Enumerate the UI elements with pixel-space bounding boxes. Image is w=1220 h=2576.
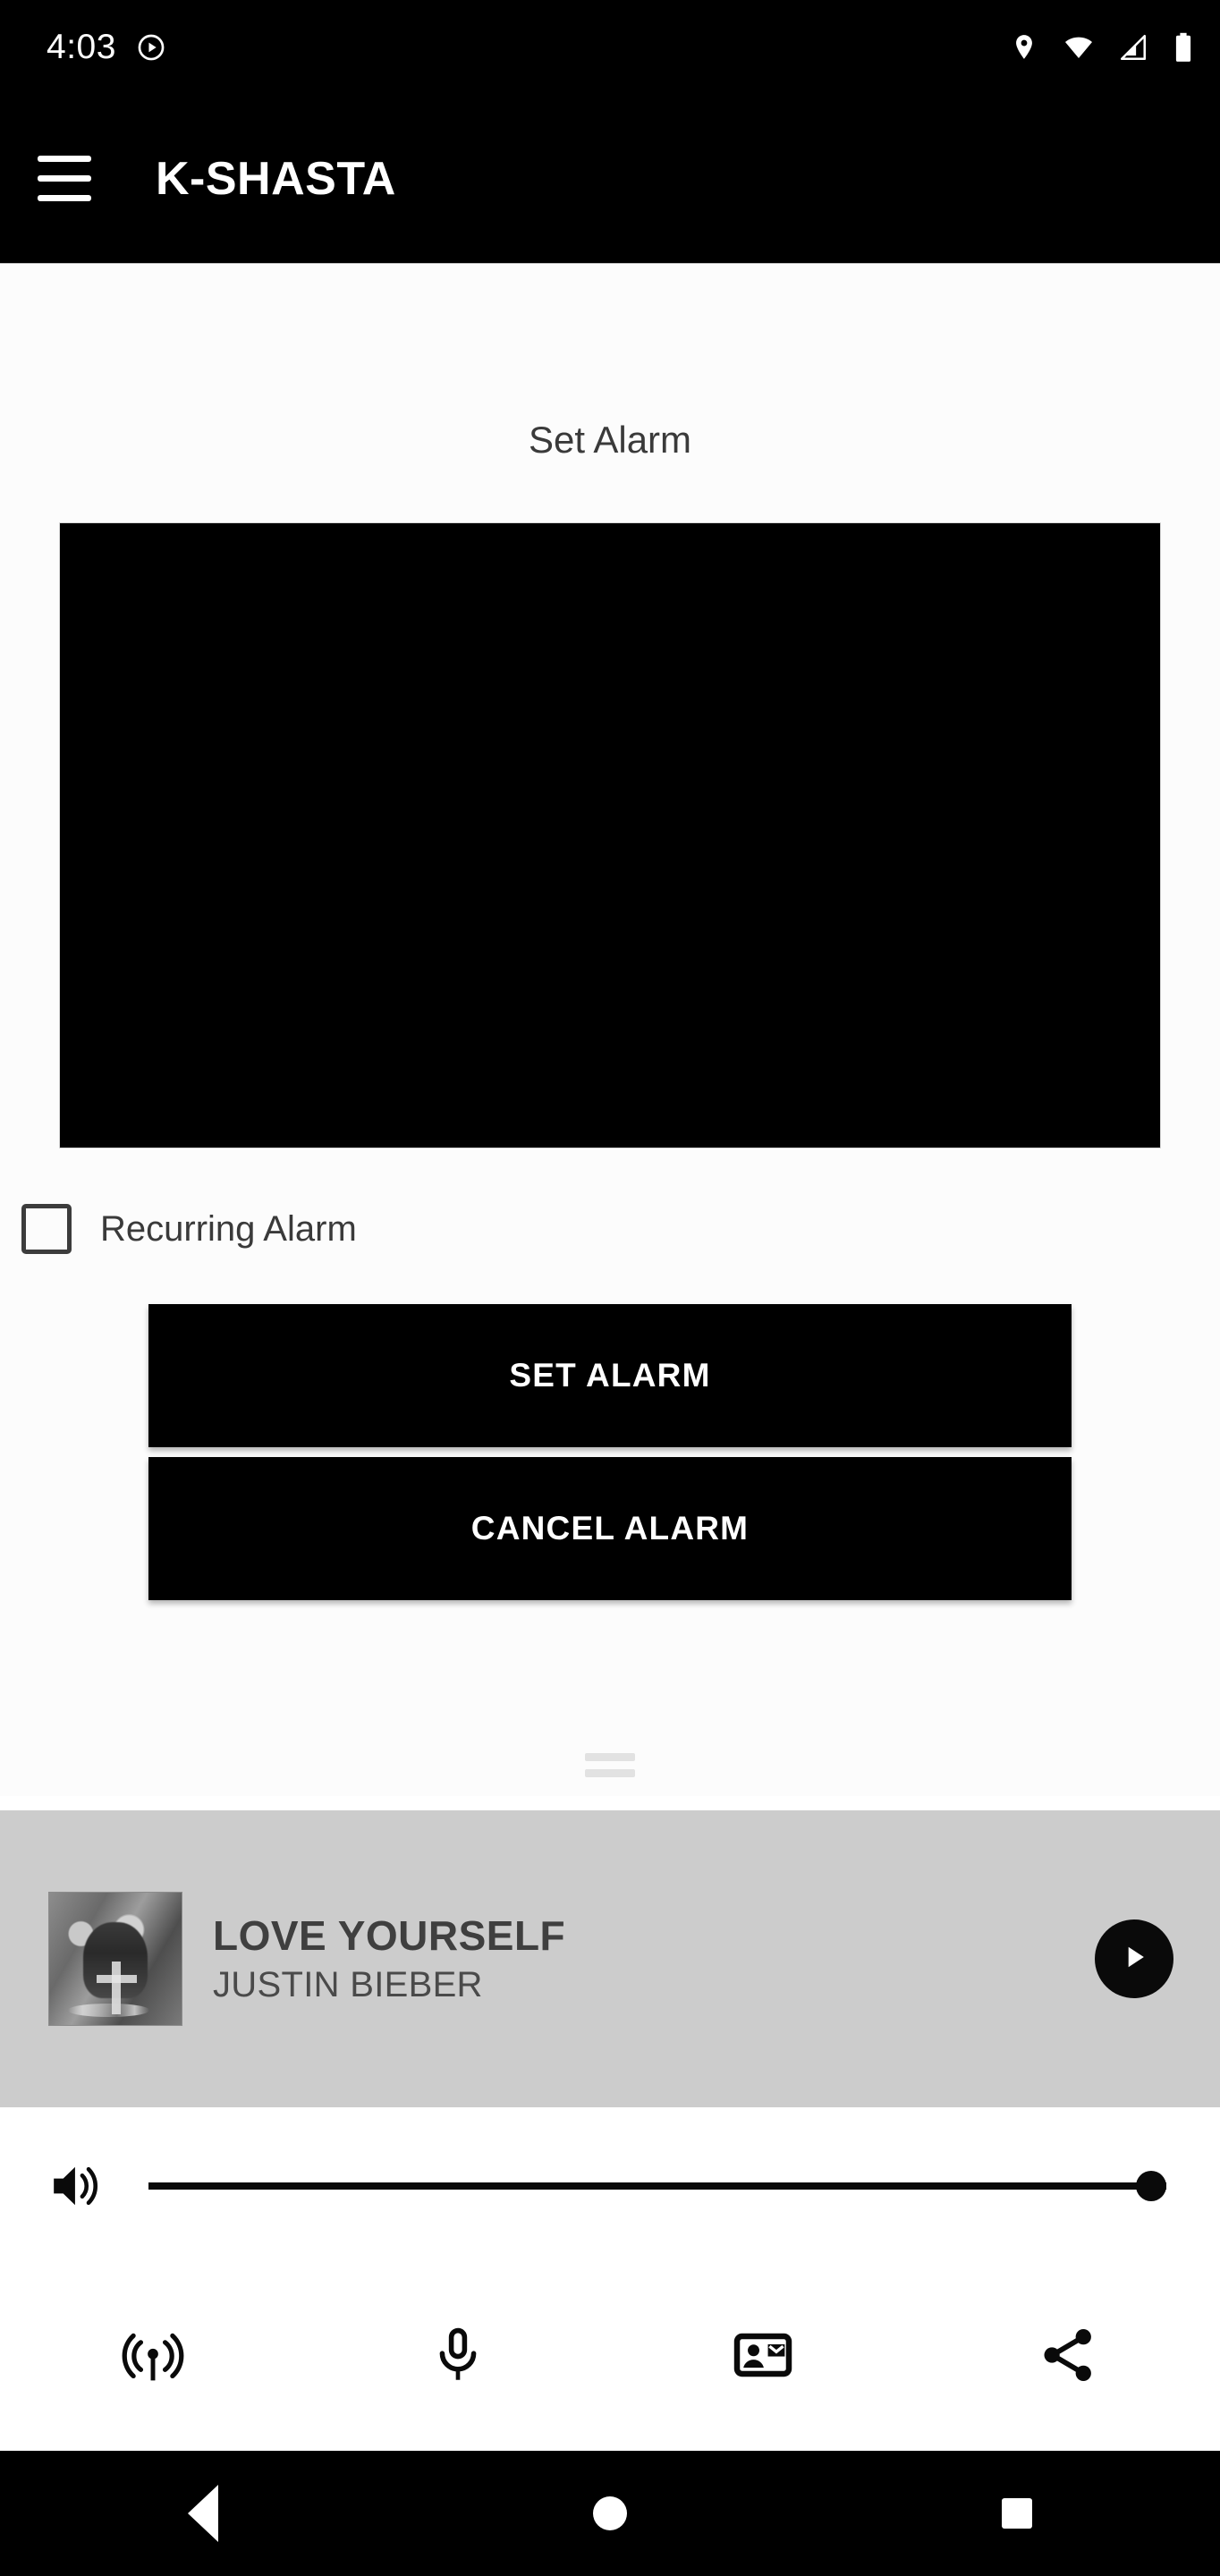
play-circle-icon xyxy=(136,32,166,63)
home-icon xyxy=(593,2496,627,2530)
main-content: Set Alarm Recurring Alarm SET ALARM CANC… xyxy=(0,265,1220,1796)
now-playing-text: LOVE YOURSELF JUSTIN BIEBER xyxy=(213,1914,1095,2004)
album-artwork xyxy=(48,1892,182,2026)
app-bar: K-SHASTA xyxy=(0,94,1220,264)
microphone-button[interactable] xyxy=(305,2322,610,2393)
drag-handle-bar xyxy=(585,1753,635,1761)
time-picker[interactable] xyxy=(59,522,1161,1148)
status-bar-left: 4:03 xyxy=(47,30,166,64)
status-clock: 4:03 xyxy=(47,28,116,66)
system-nav-bar xyxy=(0,2451,1220,2576)
hamburger-bar xyxy=(38,175,91,182)
hamburger-bar xyxy=(38,195,91,201)
volume-slider[interactable] xyxy=(148,2159,1166,2213)
nav-back-button[interactable] xyxy=(0,2485,407,2542)
set-alarm-button[interactable]: SET ALARM xyxy=(148,1304,1072,1447)
play-icon xyxy=(1115,1938,1153,1980)
drag-handle-bar xyxy=(585,1769,635,1777)
volume-slider-track xyxy=(148,2182,1166,2190)
track-title: LOVE YOURSELF xyxy=(213,1911,566,1959)
status-bar: 4:03 xyxy=(0,0,1220,94)
cancel-alarm-button[interactable]: CANCEL ALARM xyxy=(148,1457,1072,1600)
app-title: K-SHASTA xyxy=(156,152,396,205)
page-title: Set Alarm xyxy=(528,419,692,461)
microphone-icon xyxy=(425,2322,491,2393)
nav-recents-button[interactable] xyxy=(813,2498,1220,2529)
media-panel-drag-handle[interactable] xyxy=(0,1753,1220,1777)
wifi-icon xyxy=(1063,32,1095,63)
volume-row xyxy=(0,2107,1220,2264)
contact-card-icon xyxy=(730,2322,796,2393)
broadcast-button[interactable] xyxy=(0,2322,305,2393)
volume-up-icon[interactable] xyxy=(45,2153,125,2219)
share-button[interactable] xyxy=(915,2322,1220,2393)
contact-card-button[interactable] xyxy=(610,2322,915,2393)
broadcast-icon xyxy=(120,2322,186,2393)
location-pin-icon xyxy=(1009,32,1039,63)
alarm-buttons: SET ALARM CANCEL ALARM xyxy=(0,1304,1220,1600)
action-bar xyxy=(0,2264,1220,2451)
cellular-signal-icon xyxy=(1118,32,1148,63)
recents-icon xyxy=(1001,2498,1032,2529)
status-bar-right xyxy=(1009,31,1195,64)
nav-home-button[interactable] xyxy=(407,2496,814,2530)
recurring-alarm-label: Recurring Alarm xyxy=(100,1208,357,1249)
app-screen: 4:03 K-SHASTA Set Alarm Recurring Alarm … xyxy=(0,0,1220,2576)
share-icon xyxy=(1035,2322,1101,2393)
recurring-alarm-checkbox[interactable] xyxy=(21,1204,72,1254)
battery-icon xyxy=(1172,31,1195,64)
hamburger-bar xyxy=(38,156,91,162)
artwork-cross xyxy=(97,1974,137,1983)
volume-slider-thumb[interactable] xyxy=(1136,2170,1166,2201)
media-player-panel: LOVE YOURSELF JUSTIN BIEBER xyxy=(0,1810,1220,2107)
track-artist: JUSTIN BIEBER xyxy=(213,1965,483,2005)
hamburger-menu-icon[interactable] xyxy=(38,156,91,201)
recurring-alarm-row[interactable]: Recurring Alarm xyxy=(0,1204,1220,1254)
play-button[interactable] xyxy=(1095,1919,1173,1998)
back-icon xyxy=(188,2485,219,2542)
